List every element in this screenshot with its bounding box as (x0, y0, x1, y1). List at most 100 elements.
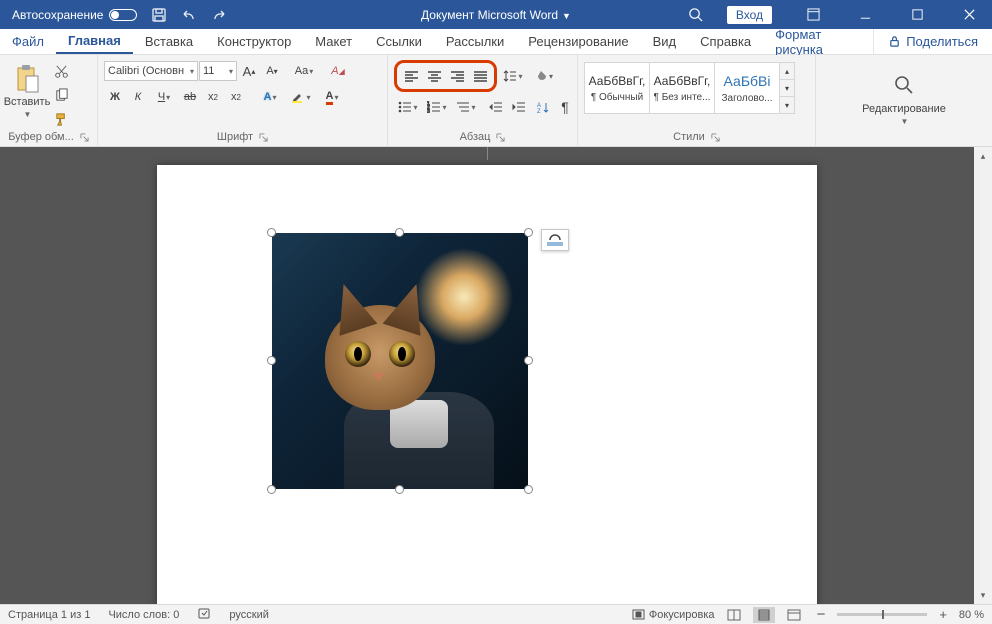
search-icon[interactable] (688, 7, 703, 22)
subscript-button[interactable]: x2 (202, 86, 224, 108)
vertical-scrollbar[interactable]: ▴ ▾ (974, 147, 992, 604)
strikethrough-button[interactable]: ab (179, 86, 201, 108)
page-indicator[interactable]: Страница 1 из 1 (8, 609, 90, 621)
align-left-button[interactable] (400, 65, 422, 87)
resize-handle[interactable] (524, 356, 533, 365)
superscript-button[interactable]: x2 (225, 86, 247, 108)
spellcheck-icon[interactable] (197, 606, 211, 623)
paste-button[interactable]: Вставить ▼ (6, 58, 48, 124)
tab-file[interactable]: Файл (0, 29, 56, 54)
save-icon[interactable] (151, 7, 167, 23)
align-center-button[interactable] (423, 65, 445, 87)
close-icon[interactable] (946, 0, 992, 29)
document-area[interactable] (0, 147, 974, 604)
copy-button[interactable] (50, 84, 72, 106)
clear-formatting-button[interactable]: A◢ (327, 60, 349, 82)
numbering-button[interactable]: 123▾ (423, 96, 451, 118)
web-layout-button[interactable] (783, 607, 805, 623)
shading-button[interactable]: ▾ (529, 65, 559, 87)
decrease-indent-button[interactable] (485, 96, 507, 118)
tab-mailings[interactable]: Рассылки (434, 29, 516, 54)
tab-home[interactable]: Главная (56, 29, 133, 54)
search-icon[interactable] (894, 75, 914, 95)
italic-button[interactable]: К (127, 86, 149, 108)
zoom-in-button[interactable]: + (935, 607, 951, 622)
chevron-down-icon[interactable]: ▼ (901, 117, 909, 126)
maximize-icon[interactable] (894, 0, 940, 29)
align-right-button[interactable] (446, 65, 468, 87)
resize-handle[interactable] (395, 228, 404, 237)
share-button[interactable]: Поделиться (873, 29, 992, 54)
decrease-font-button[interactable]: A▾ (261, 60, 283, 82)
bold-button[interactable]: Ж (104, 86, 126, 108)
style-item-heading1[interactable]: АаБбВіЗаголово... (714, 62, 780, 114)
tab-review[interactable]: Рецензирование (516, 29, 640, 54)
scroll-up-icon[interactable]: ▴ (974, 147, 992, 165)
language-indicator[interactable]: русский (229, 609, 268, 621)
resize-handle[interactable] (267, 228, 276, 237)
zoom-out-button[interactable]: − (813, 606, 830, 623)
tab-view[interactable]: Вид (641, 29, 689, 54)
scroll-down-icon[interactable]: ▾ (974, 586, 992, 604)
resize-handle[interactable] (524, 485, 533, 494)
tab-layout[interactable]: Макет (303, 29, 364, 54)
tab-insert[interactable]: Вставка (133, 29, 205, 54)
format-painter-button[interactable] (50, 108, 72, 130)
style-item-nospacing[interactable]: АаБбВвГг,¶ Без инте... (649, 62, 715, 114)
dialog-launcher-icon[interactable] (80, 133, 89, 142)
style-gallery[interactable]: АаБбВвГг,¶ Обычный АаБбВвГг,¶ Без инте..… (584, 62, 795, 114)
toggle-icon (109, 9, 137, 21)
font-color-button[interactable]: A▾ (317, 86, 347, 108)
bullets-button[interactable]: ▾ (394, 96, 422, 118)
tab-help[interactable]: Справка (688, 29, 763, 54)
line-spacing-button[interactable]: ▾ (498, 65, 528, 87)
dialog-launcher-icon[interactable] (259, 133, 268, 142)
tab-picture-format[interactable]: Формат рисунка (763, 29, 873, 54)
selected-image[interactable] (272, 233, 528, 489)
show-marks-button[interactable]: ¶ (554, 96, 576, 118)
chevron-up-icon[interactable]: ▴ (780, 63, 794, 79)
resize-handle[interactable] (267, 356, 276, 365)
style-gallery-nav[interactable]: ▴▾▾ (779, 62, 795, 114)
ribbon-options-icon[interactable] (790, 0, 836, 29)
tab-design[interactable]: Конструктор (205, 29, 303, 54)
focus-mode[interactable]: Фокусировка (632, 608, 715, 621)
justify-button[interactable] (469, 65, 491, 87)
text-effects-button[interactable]: A▾ (255, 86, 285, 108)
cut-button[interactable] (50, 60, 72, 82)
style-item-normal[interactable]: АаБбВвГг,¶ Обычный (584, 62, 650, 114)
dialog-launcher-icon[interactable] (711, 133, 720, 142)
layout-options-button[interactable] (541, 229, 569, 251)
print-layout-button[interactable] (753, 607, 775, 623)
tab-references[interactable]: Ссылки (364, 29, 434, 54)
zoom-level[interactable]: 80 % (959, 609, 984, 621)
login-button[interactable]: Вход (727, 6, 772, 24)
underline-button[interactable]: Ч▾ (150, 86, 178, 108)
svg-text:Z: Z (537, 109, 541, 114)
resize-handle[interactable] (267, 485, 276, 494)
undo-icon[interactable] (181, 7, 197, 23)
autosave-toggle[interactable]: Автосохранение (12, 8, 137, 22)
document-title[interactable]: Документ Microsoft Word▼ (421, 8, 571, 22)
multilevel-button[interactable]: ▾ (452, 96, 480, 118)
svg-text:3: 3 (427, 109, 430, 113)
increase-font-button[interactable]: A▴ (238, 60, 260, 82)
read-mode-button[interactable] (723, 607, 745, 623)
minimize-icon[interactable] (842, 0, 888, 29)
increase-indent-button[interactable] (508, 96, 530, 118)
more-icon[interactable]: ▾ (780, 96, 794, 113)
quick-access-toolbar (151, 7, 227, 23)
resize-handle[interactable] (524, 228, 533, 237)
page[interactable] (157, 165, 817, 604)
sort-button[interactable]: AZ (531, 96, 553, 118)
zoom-slider[interactable] (837, 613, 927, 616)
font-size-select[interactable]: 11 (199, 61, 237, 81)
change-case-button[interactable]: Aa▾ (289, 60, 319, 82)
chevron-down-icon[interactable]: ▾ (780, 79, 794, 96)
redo-icon[interactable] (211, 7, 227, 23)
font-family-select[interactable]: Calibri (Основн (104, 61, 198, 81)
highlight-button[interactable]: ▾ (286, 86, 316, 108)
word-count[interactable]: Число слов: 0 (108, 609, 179, 621)
dialog-launcher-icon[interactable] (496, 133, 505, 142)
resize-handle[interactable] (395, 485, 404, 494)
